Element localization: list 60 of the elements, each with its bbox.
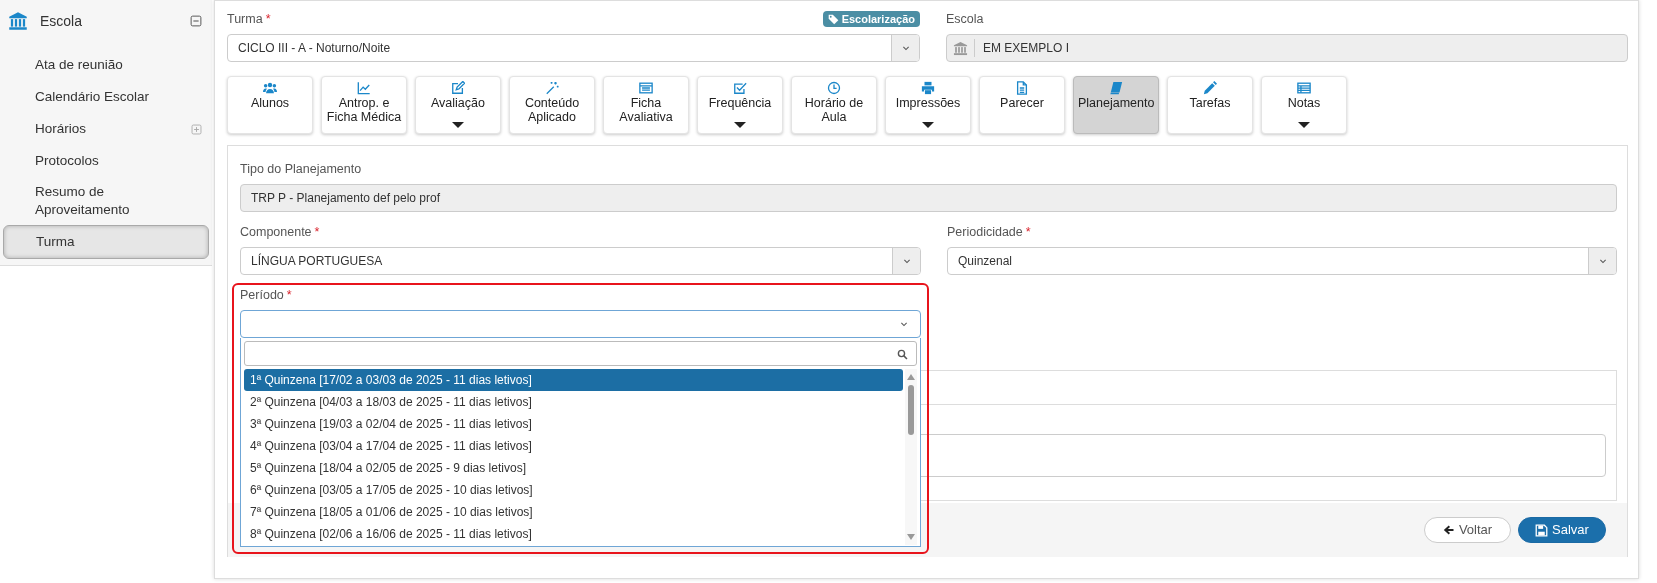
sidebar-item[interactable]: Horários: [0, 113, 212, 145]
window-icon: [639, 81, 653, 95]
toolbar-button[interactable]: Parecer: [979, 76, 1065, 134]
field-label: Tipo do Planejamento: [240, 161, 362, 178]
search-field[interactable]: [244, 341, 917, 366]
component-select[interactable]: LÍNGUA PORTUGUESA: [240, 247, 921, 275]
edit-icon: [451, 81, 465, 95]
toolbar-button[interactable]: Horário de Aula: [791, 76, 877, 134]
toolbar-button[interactable]: Conteúdo Aplicado: [509, 76, 595, 134]
toolbar-button[interactable]: Tarefas: [1167, 76, 1253, 134]
dropdown-option[interactable]: 5ª Quinzena [18/04 a 02/05 de 2025 - 9 dias letivos]: [244, 457, 903, 479]
tag-icon: [827, 13, 839, 25]
dropdown-option[interactable]: 6ª Quinzena [03/05 a 17/05 de 2025 - 10 dias letivos]: [244, 479, 903, 501]
periodicity-select[interactable]: Quinzenal: [947, 247, 1617, 275]
pencil-icon: [1203, 81, 1217, 95]
bank-icon: [953, 40, 968, 56]
toolbar-button[interactable]: Alunos: [227, 76, 313, 134]
category-badge: Escolarização: [822, 11, 920, 27]
toolbar-button[interactable]: Planejamento: [1073, 76, 1159, 134]
sidebar-item[interactable]: Turma: [3, 225, 209, 259]
document-icon: [1015, 81, 1029, 95]
scrollbar[interactable]: [905, 369, 917, 545]
dropdown-option[interactable]: 7ª Quinzena [18/05 a 01/06 de 2025 - 10 dias letivos]: [244, 501, 903, 523]
toolbar-button[interactable]: Notas: [1261, 76, 1347, 134]
field-label: Período *: [240, 287, 292, 304]
field-label: Escola: [946, 11, 984, 28]
book-icon: [1109, 81, 1123, 95]
sidebar-item[interactable]: Ata de reunião: [0, 49, 212, 81]
class-select[interactable]: CICLO III - A - Noturno/Noite: [227, 34, 920, 62]
toolbar-button[interactable]: Ficha Avaliativa: [603, 76, 689, 134]
dropdown-option[interactable]: 4ª Quinzena [03/04 a 17/04 de 2025 - 11 dias letivos]: [244, 435, 903, 457]
toolbar-button[interactable]: Frequência: [697, 76, 783, 134]
toolbar-button[interactable]: Impressões: [885, 76, 971, 134]
save-button[interactable]: Salvar: [1518, 517, 1606, 543]
toolbar-button[interactable]: Avaliação: [415, 76, 501, 134]
back-button[interactable]: Voltar: [1424, 517, 1511, 543]
toolbar-button[interactable]: Antrop. e Ficha Médica: [321, 76, 407, 134]
printer-icon: [921, 81, 935, 95]
dropdown-option[interactable]: 8ª Quinzena [02/06 a 16/06 de 2025 - 11 dias letivos]: [244, 523, 903, 545]
search-icon: [897, 349, 908, 360]
table-icon: [1297, 81, 1311, 95]
dropdown-option[interactable]: 3ª Quinzena [19/03 a 02/04 de 2025 - 11 dias letivos]: [244, 413, 903, 435]
section-title: Escola: [40, 11, 83, 31]
bank-icon: [8, 11, 28, 31]
dropdown-option[interactable]: 2ª Quinzena [04/03 a 18/03 de 2025 - 11 dias letivos]: [244, 391, 903, 413]
field-label: Componente *: [240, 224, 320, 241]
field-label: Turma *: [227, 11, 271, 28]
period-select[interactable]: [240, 310, 921, 338]
collapse-icon[interactable]: [190, 15, 202, 27]
arrow-left-icon: [1442, 524, 1455, 536]
sidebar-item[interactable]: Calendário Escolar: [0, 81, 212, 113]
checkbox-icon: [733, 81, 747, 95]
clock-icon: [827, 81, 841, 95]
magic-wand-icon: [545, 81, 559, 95]
dropdown-option[interactable]: 1ª Quinzena [17/02 a 03/03 de 2025 - 11 dias letivos]: [244, 369, 903, 391]
field-label: Periodicidade *: [947, 224, 1031, 241]
sidebar-item[interactable]: Protocolos: [0, 145, 212, 177]
sidebar-item[interactable]: Resumo de Aproveitamento: [0, 177, 212, 225]
line-chart-icon: [357, 81, 371, 95]
users-icon: [263, 81, 277, 95]
